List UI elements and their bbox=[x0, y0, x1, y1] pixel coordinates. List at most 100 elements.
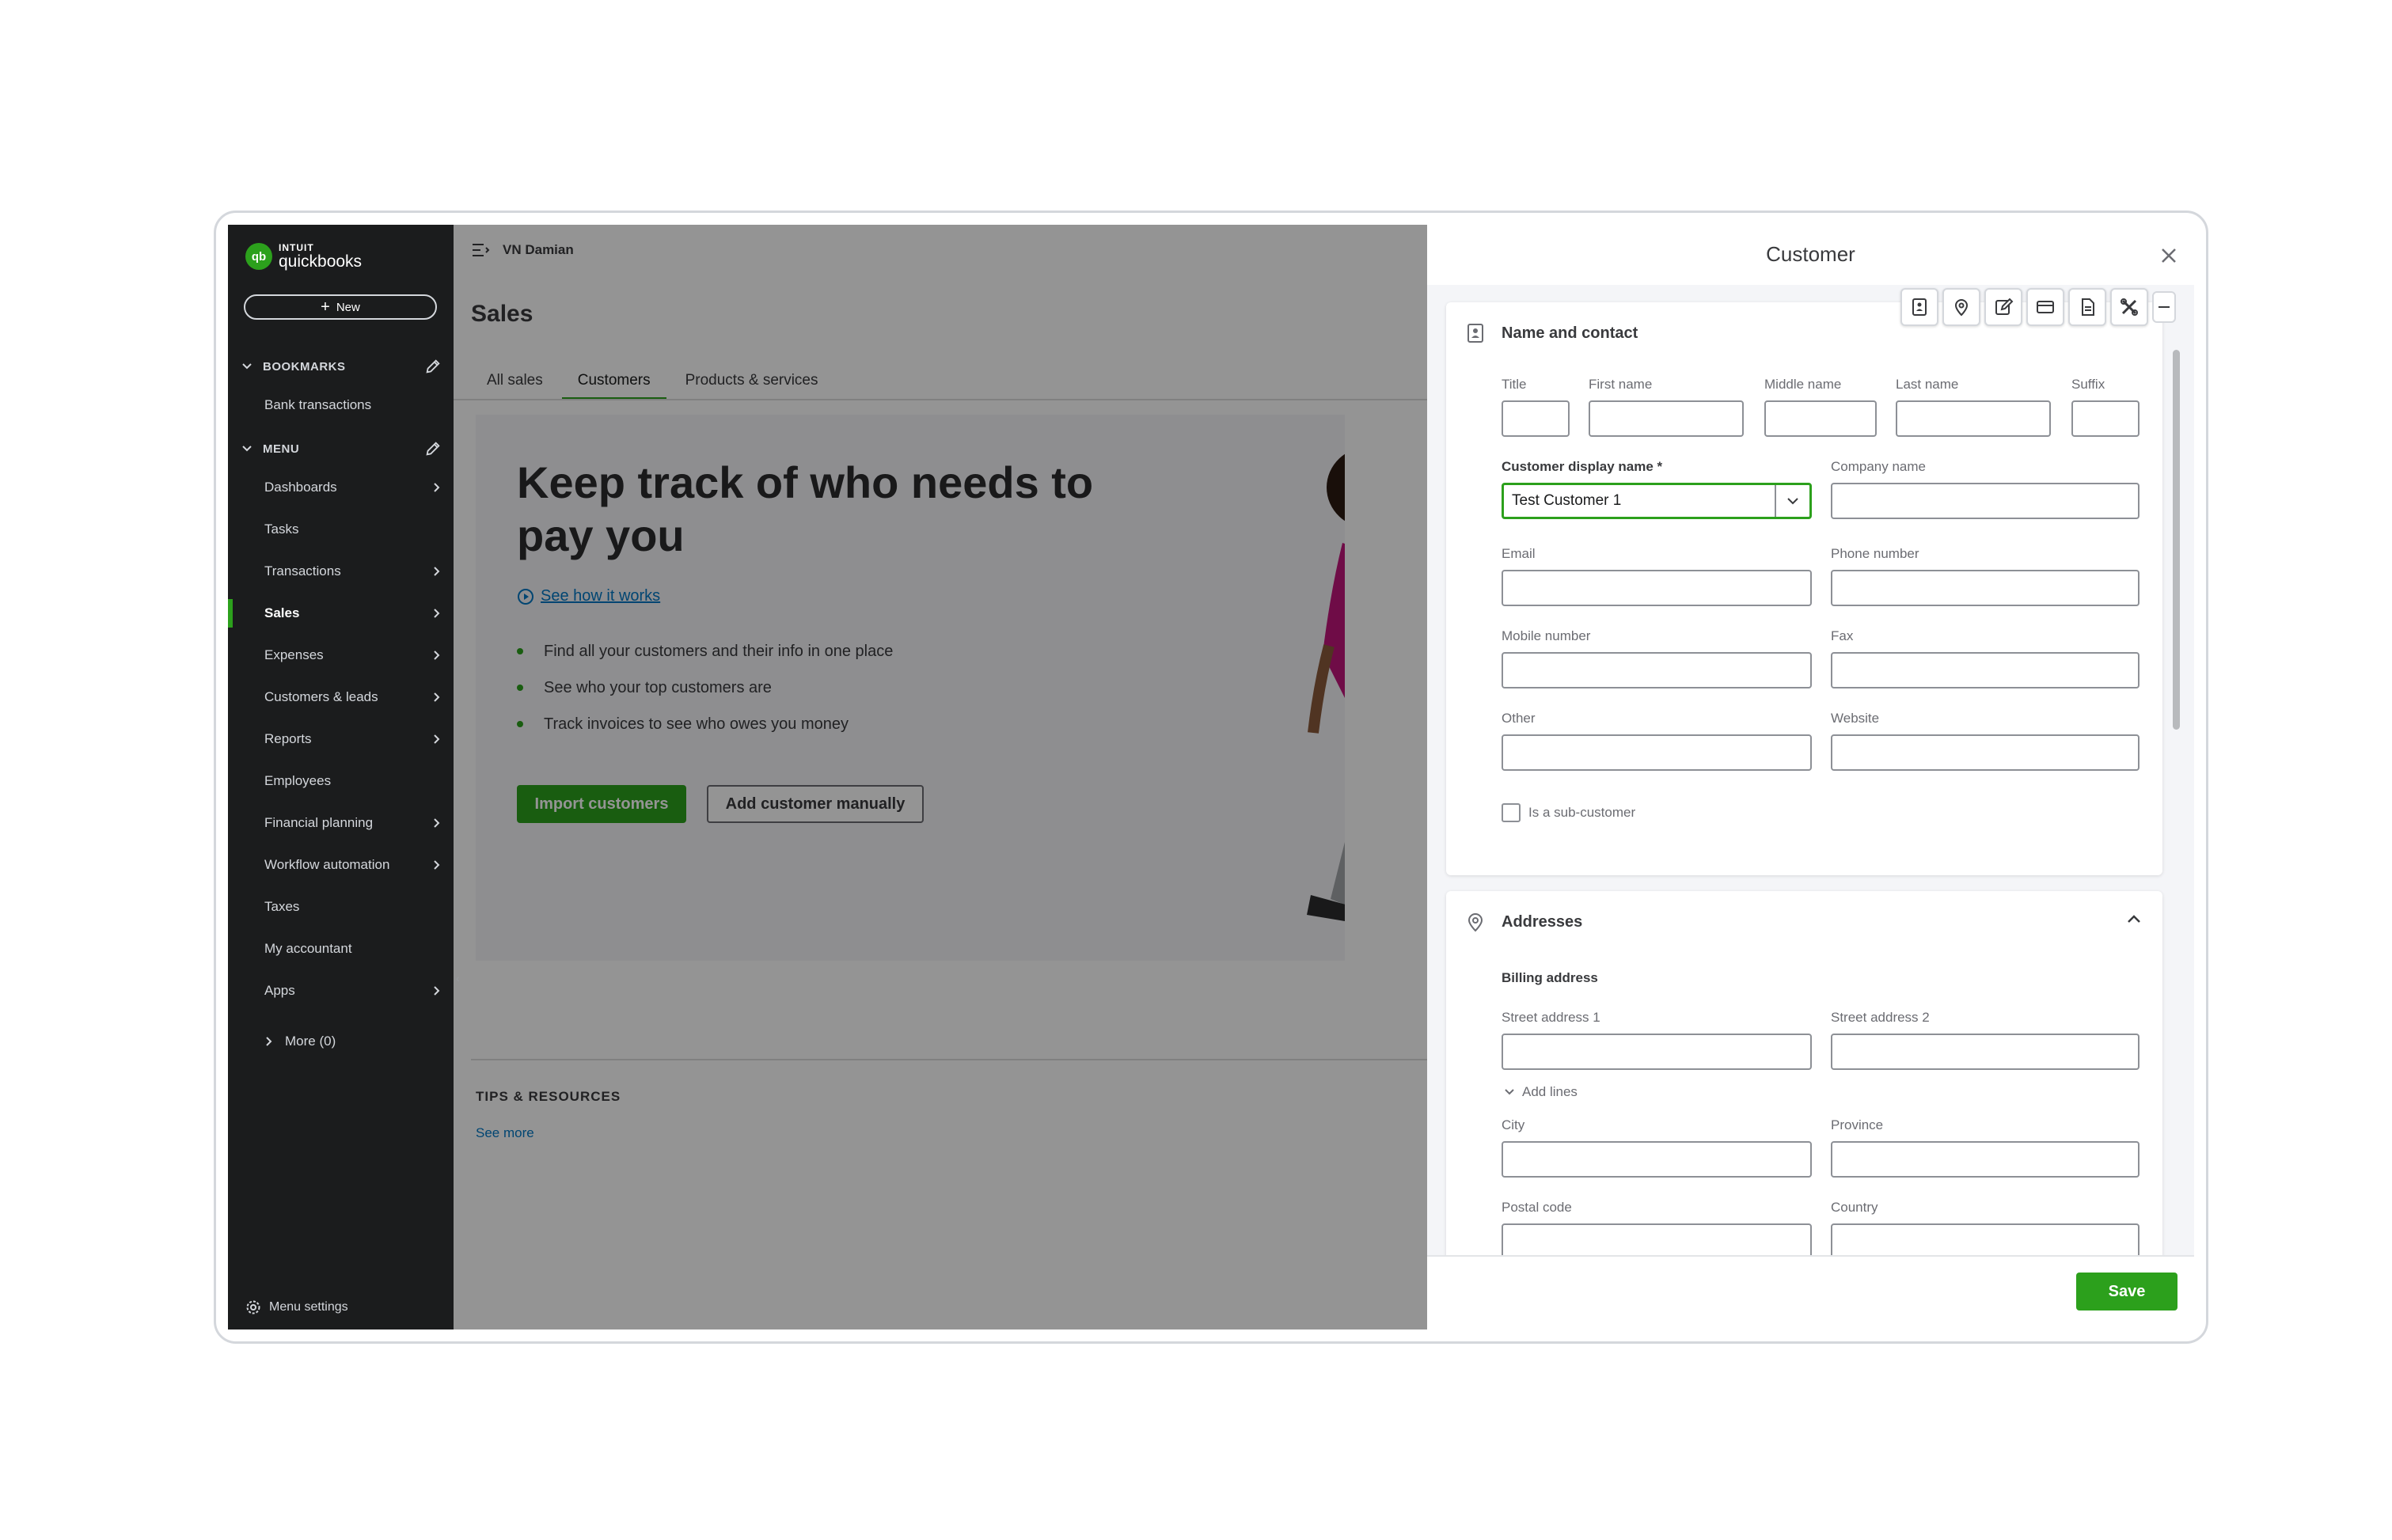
add-lines-toggle[interactable]: Add lines bbox=[1503, 1084, 1578, 1100]
phone-field: Phone number bbox=[1831, 546, 2140, 606]
sidebar-item-sales[interactable]: Sales bbox=[228, 596, 454, 631]
city-field: City bbox=[1502, 1117, 1812, 1178]
chevron-down-icon bbox=[1505, 1089, 1514, 1095]
jump-payments-button[interactable] bbox=[2026, 288, 2064, 326]
sidebar-collapse-handle[interactable]: ‹ bbox=[456, 972, 464, 988]
chevron-down-icon bbox=[1787, 498, 1798, 505]
last-name-input[interactable] bbox=[1896, 400, 2051, 437]
website-input[interactable] bbox=[1831, 734, 2140, 771]
pencil-icon[interactable] bbox=[424, 358, 442, 375]
sidebar-item-transactions[interactable]: Transactions bbox=[228, 554, 454, 589]
company-name-input[interactable] bbox=[1831, 483, 2140, 519]
new-button[interactable]: + New bbox=[244, 294, 437, 320]
sidebar-item-label: Employees bbox=[264, 773, 332, 788]
title-input[interactable] bbox=[1502, 400, 1570, 437]
new-button-label: New bbox=[336, 300, 360, 314]
street2-input[interactable] bbox=[1831, 1034, 2140, 1070]
sidebar-item-financial-planning[interactable]: Financial planning bbox=[228, 806, 454, 840]
sidebar-item-employees[interactable]: Employees bbox=[228, 764, 454, 798]
display-name-field: Customer display name * Test Customer 1 bbox=[1502, 459, 1812, 519]
location-pin-icon bbox=[1467, 913, 1483, 932]
qb-logo-icon: qb bbox=[245, 243, 272, 270]
sub-customer-label: Is a sub-customer bbox=[1528, 805, 1636, 820]
display-name-value[interactable]: Test Customer 1 bbox=[1504, 492, 1775, 510]
jump-tools-button[interactable] bbox=[2110, 288, 2148, 326]
city-input[interactable] bbox=[1502, 1141, 1812, 1178]
jump-notes-button[interactable] bbox=[1984, 288, 2022, 326]
menu-settings-link[interactable]: Menu settings bbox=[245, 1299, 348, 1315]
drawer-scrollbar[interactable] bbox=[2173, 350, 2180, 730]
drawer-scroll-area[interactable]: Name and contact Title First name Middle… bbox=[1427, 285, 2194, 1255]
modal-overlay[interactable] bbox=[454, 225, 1427, 1329]
website-label: Website bbox=[1831, 711, 1880, 726]
bookmarks-header[interactable]: BOOKMARKS bbox=[241, 355, 442, 378]
chevron-down-icon bbox=[242, 446, 252, 452]
fax-label: Fax bbox=[1831, 628, 1854, 643]
sidebar-item-label: Apps bbox=[264, 983, 295, 998]
website-field: Website bbox=[1831, 711, 2140, 771]
fax-input[interactable] bbox=[1831, 652, 2140, 688]
toolbar-minimize-button[interactable] bbox=[2152, 291, 2176, 323]
middle-name-input[interactable] bbox=[1764, 400, 1877, 437]
sub-customer-option[interactable]: Is a sub-customer bbox=[1502, 803, 1635, 822]
company-name-field: Company name bbox=[1831, 459, 2140, 519]
mobile-label: Mobile number bbox=[1502, 628, 1591, 643]
other-input[interactable] bbox=[1502, 734, 1812, 771]
phone-input[interactable] bbox=[1831, 570, 2140, 606]
street1-field: Street address 1 bbox=[1502, 1010, 1812, 1070]
menu-header[interactable]: MENU bbox=[241, 437, 442, 461]
sidebar-item-label: Financial planning bbox=[264, 815, 374, 830]
tools-icon bbox=[2121, 298, 2138, 316]
sidebar-item-tasks[interactable]: Tasks bbox=[228, 512, 454, 547]
suffix-label: Suffix bbox=[2071, 377, 2105, 392]
sidebar-item-expenses[interactable]: Expenses bbox=[228, 638, 454, 673]
chevron-right-icon bbox=[434, 818, 440, 828]
sidebar-item-more[interactable]: More (0) bbox=[228, 1024, 454, 1059]
street1-input[interactable] bbox=[1502, 1034, 1812, 1070]
customer-drawer: Customer Name and contact Title First na… bbox=[1427, 225, 2194, 1329]
bookmark-item-bank-transactions[interactable]: Bank transactions bbox=[228, 388, 454, 423]
close-icon[interactable] bbox=[2158, 245, 2179, 266]
sub-customer-checkbox[interactable] bbox=[1502, 803, 1521, 822]
middle-name-label: Middle name bbox=[1764, 377, 1842, 392]
chevron-right-icon bbox=[434, 609, 440, 618]
bookmark-label: Bank transactions bbox=[264, 397, 372, 412]
mobile-input[interactable] bbox=[1502, 652, 1812, 688]
chevron-up-icon[interactable] bbox=[2125, 910, 2143, 927]
name-contact-card: Name and contact Title First name Middle… bbox=[1446, 302, 2162, 875]
province-input[interactable] bbox=[1831, 1141, 2140, 1178]
first-name-label: First name bbox=[1589, 377, 1653, 392]
addresses-header[interactable]: Addresses bbox=[1467, 912, 1582, 932]
section-jump-toolbar bbox=[1900, 288, 2176, 326]
more-label: More (0) bbox=[285, 1034, 336, 1049]
sidebar-item-taxes[interactable]: Taxes bbox=[228, 889, 454, 924]
first-name-input[interactable] bbox=[1589, 400, 1744, 437]
jump-addresses-button[interactable] bbox=[1942, 288, 1980, 326]
menu-settings-label: Menu settings bbox=[269, 1300, 348, 1314]
sidebar-item-dashboards[interactable]: Dashboards bbox=[228, 470, 454, 505]
postal-code-input[interactable] bbox=[1502, 1223, 1812, 1255]
sidebar-item-apps[interactable]: Apps bbox=[228, 973, 454, 1008]
last-name-label: Last name bbox=[1896, 377, 1959, 392]
country-label: Country bbox=[1831, 1200, 1878, 1215]
quickbooks-logo[interactable]: qb INTUIT quickbooks bbox=[245, 241, 362, 272]
sidebar-item-my-accountant[interactable]: My accountant bbox=[228, 931, 454, 966]
jump-additional-info-button[interactable] bbox=[2068, 288, 2106, 326]
province-field: Province bbox=[1831, 1117, 2140, 1178]
sidebar-item-workflow-automation[interactable]: Workflow automation bbox=[228, 848, 454, 882]
chevron-right-icon bbox=[434, 567, 440, 576]
jump-name-contact-button[interactable] bbox=[1900, 288, 1938, 326]
sidebar-item-customers-leads[interactable]: Customers & leads bbox=[228, 680, 454, 715]
display-name-label: Customer display name * bbox=[1502, 459, 1663, 474]
pencil-icon[interactable] bbox=[424, 440, 442, 457]
plus-icon: + bbox=[321, 298, 330, 316]
display-name-dropdown-button[interactable] bbox=[1775, 485, 1809, 517]
display-name-combobox[interactable]: Test Customer 1 bbox=[1502, 483, 1812, 519]
country-input[interactable] bbox=[1831, 1223, 2140, 1255]
email-input[interactable] bbox=[1502, 570, 1812, 606]
sidebar-item-reports[interactable]: Reports bbox=[228, 722, 454, 757]
suffix-input[interactable] bbox=[2071, 400, 2140, 437]
save-button[interactable]: Save bbox=[2076, 1273, 2177, 1311]
edit-note-icon bbox=[1995, 298, 2014, 315]
chevron-down-icon bbox=[242, 363, 252, 370]
